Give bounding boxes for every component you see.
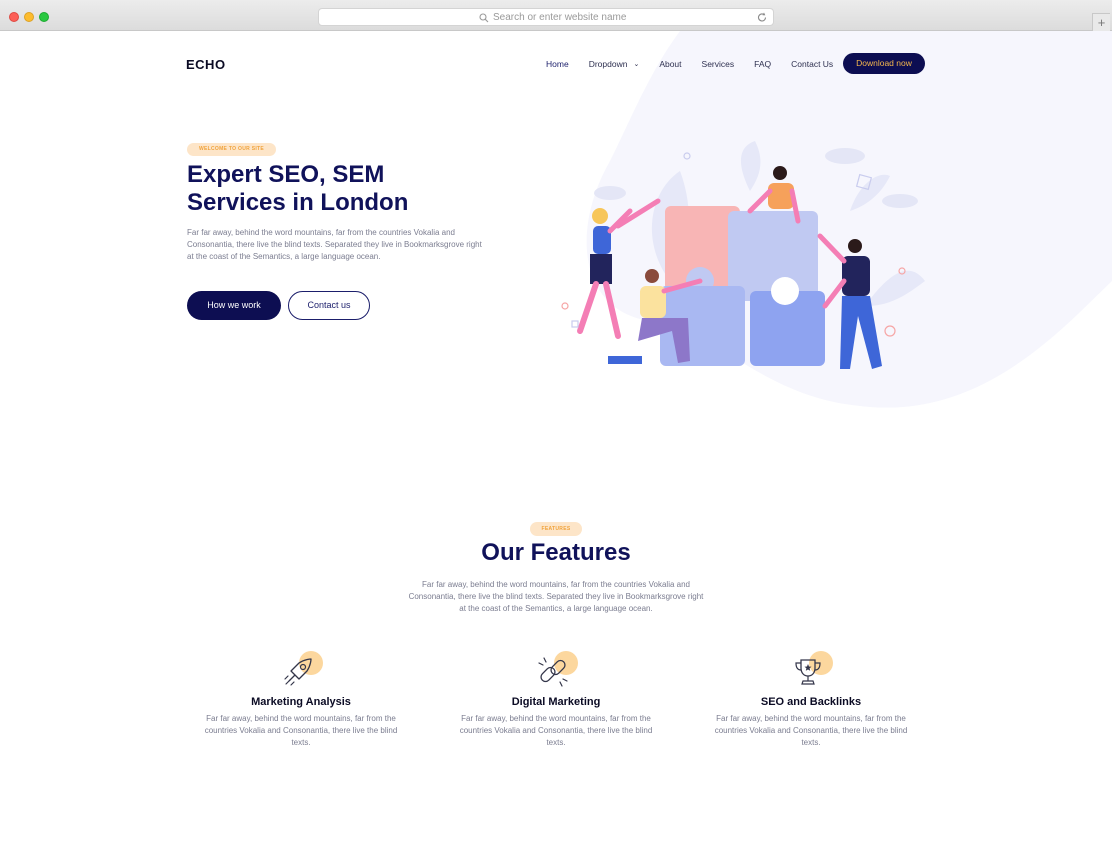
feature-text: Far far away, behind the word mountains,… [459, 714, 653, 747]
hero-description: Far far away, behind the word mountains,… [187, 228, 482, 261]
feature-card-seo-backlinks: SEO and Backlinks Far far away, behind t… [711, 651, 911, 749]
nav-contact-us[interactable]: Contact Us [791, 59, 833, 69]
team-puzzle-illustration [561, 141, 925, 369]
reload-icon[interactable] [756, 10, 768, 24]
new-tab-button[interactable]: + [1092, 13, 1110, 31]
nav-services[interactable]: Services [702, 59, 735, 69]
feature-title: SEO and Backlinks [760, 696, 862, 708]
search-icon [479, 12, 489, 22]
features-badge: FEATURES [530, 522, 582, 536]
nav-about[interactable]: About [659, 59, 681, 69]
main-navigation: Home Dropdown ⌄ About Services FAQ Contac… [546, 59, 853, 69]
zoom-window-button[interactable] [39, 12, 49, 22]
hero-title-line-2: Services in London [187, 189, 409, 216]
feature-text: Far far away, behind the word mountains,… [204, 714, 398, 747]
nav-home[interactable]: Home [546, 59, 569, 69]
feature-title: Digital Marketing [511, 696, 601, 708]
nav-dropdown-label: Dropdown [588, 59, 628, 69]
nav-faq[interactable]: FAQ [754, 59, 771, 69]
web-page: ECHO Home Dropdown ⌄ About Services FAQ C… [0, 31, 1112, 856]
trophy-icon [789, 651, 833, 691]
contact-us-button[interactable]: Contact us [288, 291, 370, 320]
minimize-window-button[interactable] [24, 12, 34, 22]
feature-text: Far far away, behind the word mountains,… [714, 714, 908, 747]
download-now-button[interactable]: Download now [843, 53, 925, 74]
nav-dropdown[interactable]: Dropdown ⌄ [589, 59, 640, 69]
features-title: Our Features [481, 539, 631, 566]
feature-title: Marketing Analysis [251, 696, 351, 708]
welcome-badge: WELCOME TO OUR SITE [187, 143, 276, 156]
close-window-button[interactable] [9, 12, 19, 22]
rocket-icon [279, 651, 323, 691]
hero-title: Expert SEO, SEM Services in London [187, 161, 507, 217]
address-placeholder: Search or enter website name [493, 12, 627, 23]
features-description: Far far away, behind the word mountains,… [408, 580, 704, 613]
chevron-down-icon: ⌄ [633, 61, 640, 68]
how-we-work-button[interactable]: How we work [187, 291, 281, 320]
feature-card-marketing-analysis: Marketing Analysis Far far away, behind … [201, 651, 401, 749]
address-bar[interactable]: Search or enter website name [318, 8, 774, 26]
browser-toolbar: Search or enter website name + [0, 0, 1112, 31]
link-icon [534, 651, 578, 691]
site-logo[interactable]: ECHO [186, 57, 226, 72]
hero-title-line-1: Expert SEO, SEM [187, 161, 385, 188]
feature-card-digital-marketing: Digital Marketing Far far away, behind t… [456, 651, 656, 749]
